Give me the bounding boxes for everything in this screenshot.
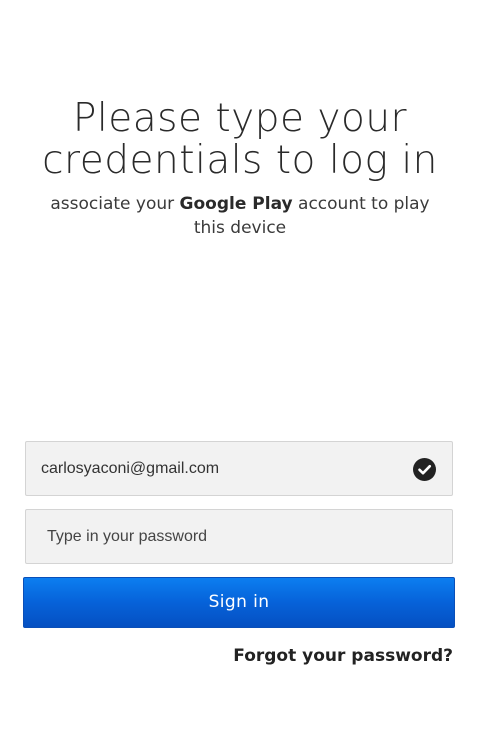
page-title-line-1: Please type your	[72, 96, 408, 141]
page-subtitle: associate your Google Play account to pl…	[50, 192, 430, 240]
email-field-container	[25, 441, 453, 496]
checkmark-circle-icon	[413, 458, 436, 481]
password-field-container	[25, 509, 453, 564]
subtitle-brand: Google Play	[179, 194, 293, 214]
email-field[interactable]	[26, 442, 396, 495]
sign-in-button[interactable]: Sign in	[23, 577, 455, 628]
page-title-line-2: credentials to log in	[42, 138, 438, 183]
password-field[interactable]	[26, 510, 396, 563]
page-title: Please type your credentials to log in	[0, 98, 480, 182]
forgot-password-link[interactable]: Forgot your password?	[233, 646, 453, 666]
subtitle-prefix: associate your	[50, 194, 180, 214]
